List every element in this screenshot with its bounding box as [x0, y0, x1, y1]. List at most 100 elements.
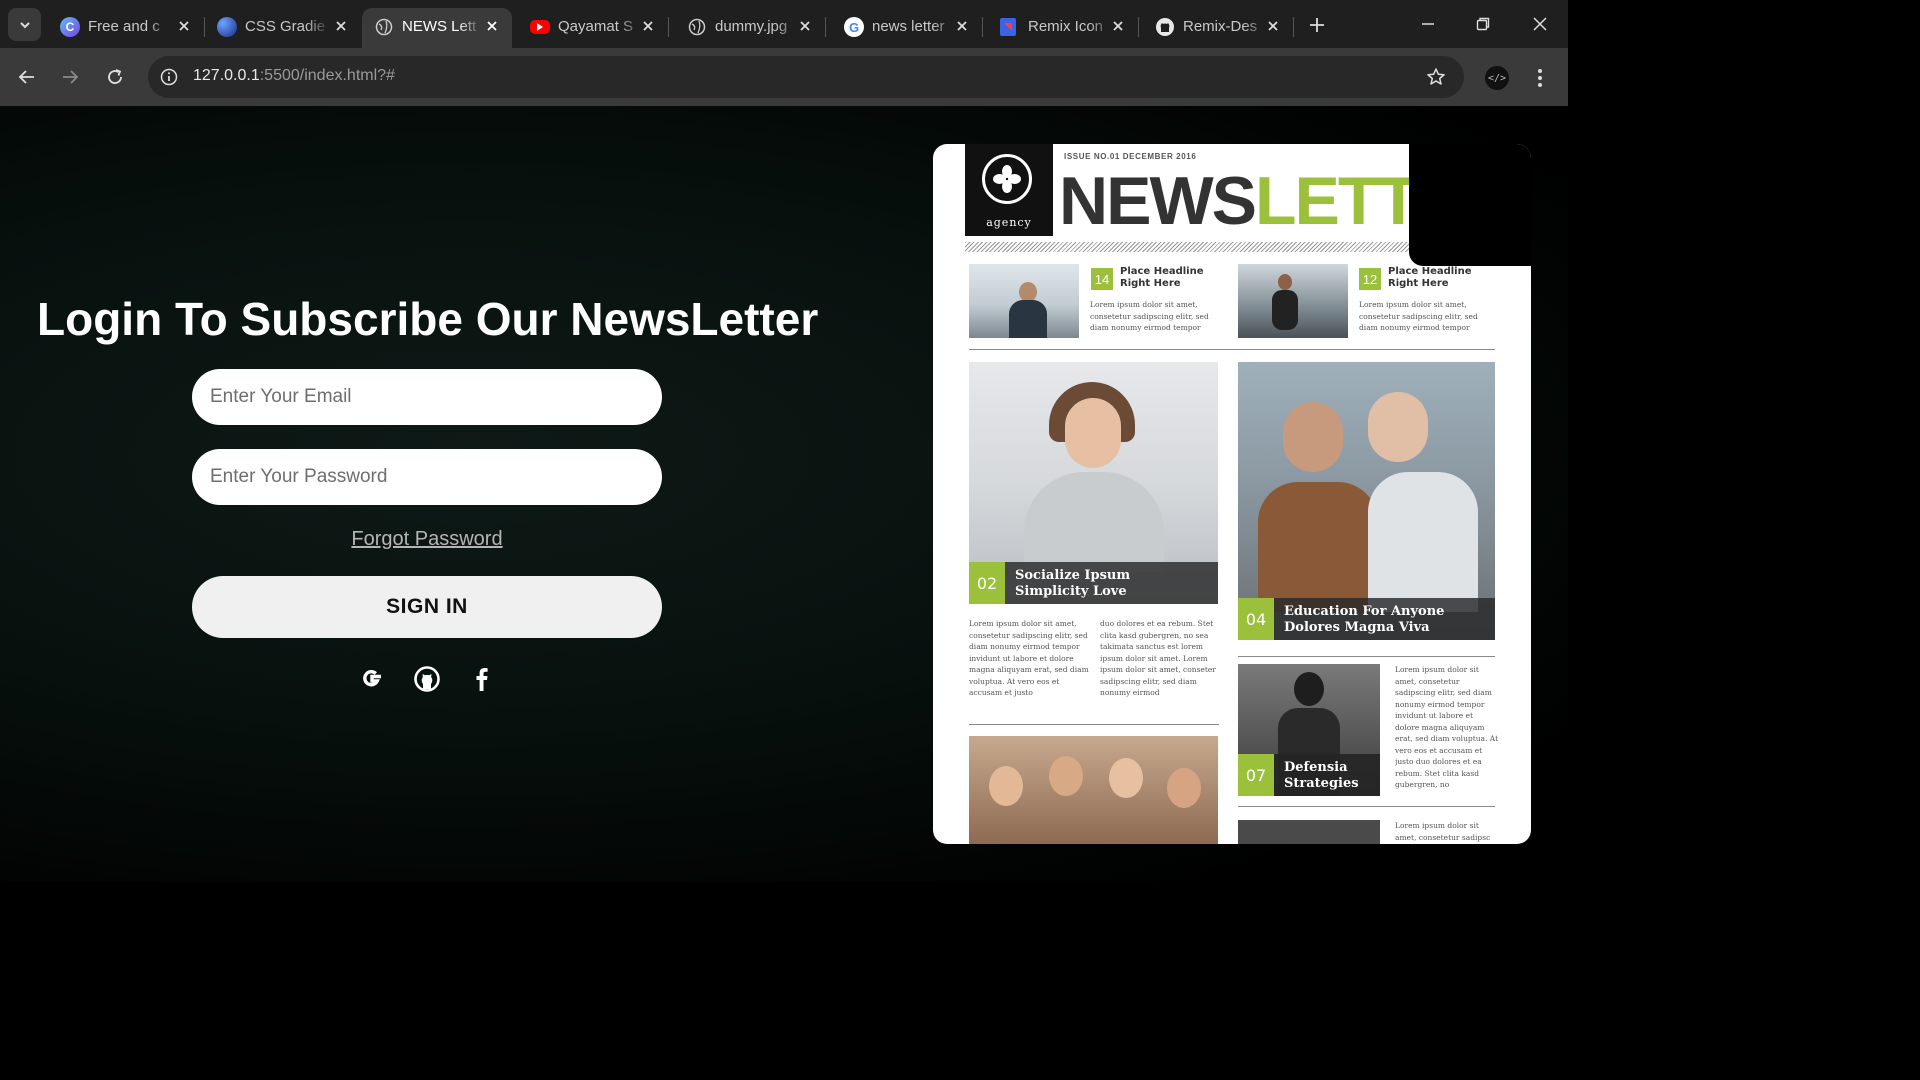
gradient-icon — [217, 17, 237, 37]
kebab-menu-icon — [1538, 69, 1542, 87]
forward-button[interactable] — [56, 63, 84, 91]
article-column: Lorem ipsum dolor sit amet, consetetur s… — [1395, 665, 1499, 789]
tab-dummy-jpg[interactable]: dummy.jpg — [675, 8, 826, 48]
story-headline-line1: Place Headline — [1388, 266, 1472, 277]
address-bar[interactable]: 127.0.0.1:5500/index.html?# — [148, 56, 1464, 98]
feature-number: 02 — [969, 562, 1005, 604]
close-icon[interactable] — [795, 16, 815, 36]
feature-caption-line2: Strategies — [1284, 776, 1359, 791]
feature-caption: Defensia Strategies — [1274, 754, 1380, 796]
restore-icon — [1476, 17, 1490, 31]
close-icon[interactable] — [638, 16, 658, 36]
close-window-button[interactable] — [1525, 10, 1555, 38]
close-icon[interactable] — [174, 16, 194, 36]
tab-title: Free and c — [88, 18, 160, 35]
tab-title: news letter — [872, 18, 945, 35]
youtube-icon — [530, 20, 550, 34]
feature-caption-line2: Dolores Magna Viva — [1284, 620, 1430, 635]
tab-qayamat[interactable]: Qayamat S — [518, 8, 669, 48]
tab-news-letter-search[interactable]: G news letter — [832, 8, 983, 48]
browser-toolbar: 127.0.0.1:5500/index.html?# — [0, 48, 1568, 106]
page-title: Login To Subscribe Our NewsLetter — [37, 293, 819, 345]
password-input[interactable] — [192, 449, 662, 505]
gym-photo — [1238, 264, 1348, 338]
feature-caption-line1: Defensia — [1284, 760, 1348, 775]
back-button[interactable] — [13, 63, 41, 91]
close-icon[interactable] — [1263, 16, 1283, 36]
close-icon[interactable] — [482, 16, 502, 36]
extension-code-icon[interactable]: </> — [1485, 66, 1509, 90]
tab-title: Qayamat S — [558, 18, 634, 35]
agency-logo: agency — [965, 144, 1053, 236]
github-icon — [1155, 17, 1175, 37]
url-path: :5500/index.html?# — [259, 67, 395, 84]
url-host: 127.0.0.1 — [193, 67, 260, 84]
masthead-news: NEWS — [1059, 163, 1257, 239]
story-number: 12 — [1359, 268, 1381, 290]
github-icon[interactable] — [411, 663, 443, 695]
new-tab-button[interactable] — [1304, 12, 1330, 38]
tab-remix-icon[interactable]: Remix Icon — [988, 8, 1139, 48]
close-icon[interactable] — [952, 16, 972, 36]
sign-in-button[interactable]: SIGN IN — [192, 576, 662, 638]
close-icon — [1533, 17, 1547, 31]
tab-title: Remix Icon — [1028, 18, 1104, 35]
feature-number: 04 — [1238, 598, 1274, 640]
tab-remix-design[interactable]: Remix-Des — [1143, 8, 1294, 48]
article-column: duo dolores et ea rebum. Stet clita kasd… — [1100, 619, 1216, 697]
bottom-photo — [1238, 820, 1380, 844]
feature-caption-line1: Socialize Ipsum — [1015, 568, 1131, 583]
chevron-down-icon — [19, 21, 30, 28]
page-body: Login To Subscribe Our NewsLetter Forgot… — [0, 106, 1568, 882]
office-man-photo — [969, 264, 1079, 338]
story-text: Lorem ipsum dolor sit amet, consetetur s… — [1359, 300, 1478, 335]
group-photo — [969, 736, 1218, 844]
story-headline-line2: Right Here — [1388, 278, 1449, 289]
story-headline-line1: Place Headline — [1120, 266, 1204, 277]
close-icon[interactable] — [1108, 16, 1128, 36]
browser-menu-button[interactable] — [1530, 64, 1550, 92]
feature-caption: Socialize Ipsum Simplicity Love — [1005, 562, 1218, 604]
globe-icon — [374, 17, 394, 37]
feature-caption: Education For Anyone Dolores Magna Viva — [1274, 598, 1495, 640]
article-column: Lorem ipsum dolor sit amet, consetetur s… — [969, 619, 1089, 697]
globe-icon — [687, 17, 707, 37]
image-notch — [1409, 144, 1531, 266]
tab-title: Remix-Des — [1183, 18, 1258, 35]
tab-news-letter[interactable]: NEWS Lett — [362, 8, 512, 48]
feature-number: 07 — [1238, 754, 1274, 796]
reload-button[interactable] — [101, 63, 129, 91]
tab-search-button[interactable] — [8, 8, 41, 41]
story-headline-line2: Right Here — [1120, 278, 1181, 289]
tab-css-gradient[interactable]: CSS Gradie — [205, 8, 361, 48]
arrow-right-icon — [63, 70, 79, 84]
minimize-icon — [1422, 23, 1434, 25]
arrow-left-icon — [18, 70, 34, 84]
story-headline: Place Headline Right Here — [1388, 266, 1472, 290]
masthead: NEWSLETT — [1059, 162, 1419, 240]
feature-caption-line1: Education For Anyone — [1284, 604, 1445, 619]
article-column: Lorem ipsum dolor sit amet, consetetur s… — [1395, 821, 1491, 842]
tab-title: NEWS Lett — [402, 18, 477, 35]
remix-icon — [1000, 18, 1016, 36]
canva-icon: C — [60, 17, 80, 37]
tab-free-and[interactable]: C Free and c — [48, 8, 205, 48]
logo-text: agency — [986, 216, 1032, 229]
tab-title: CSS Gradie — [245, 18, 326, 35]
restore-button[interactable] — [1468, 10, 1498, 38]
reload-icon — [108, 69, 122, 84]
minimize-button[interactable] — [1413, 10, 1443, 38]
facebook-icon[interactable] — [466, 663, 498, 695]
bookmark-star-icon[interactable] — [1424, 65, 1448, 89]
issue-line: ISSUE NO.01 DECEMBER 2016 — [1064, 152, 1197, 161]
story-number: 14 — [1091, 268, 1113, 290]
site-info-icon[interactable] — [158, 66, 180, 88]
story-headline: Place Headline Right Here — [1120, 266, 1204, 290]
forgot-password-link[interactable]: Forgot Password — [192, 528, 662, 551]
url-text[interactable]: 127.0.0.1:5500/index.html?# — [193, 67, 395, 85]
plus-icon — [1310, 18, 1324, 32]
google-icon[interactable] — [356, 663, 388, 695]
story-text: Lorem ipsum dolor sit amet, consetetur s… — [1090, 300, 1209, 335]
email-input[interactable] — [192, 369, 662, 425]
close-icon[interactable] — [331, 16, 351, 36]
